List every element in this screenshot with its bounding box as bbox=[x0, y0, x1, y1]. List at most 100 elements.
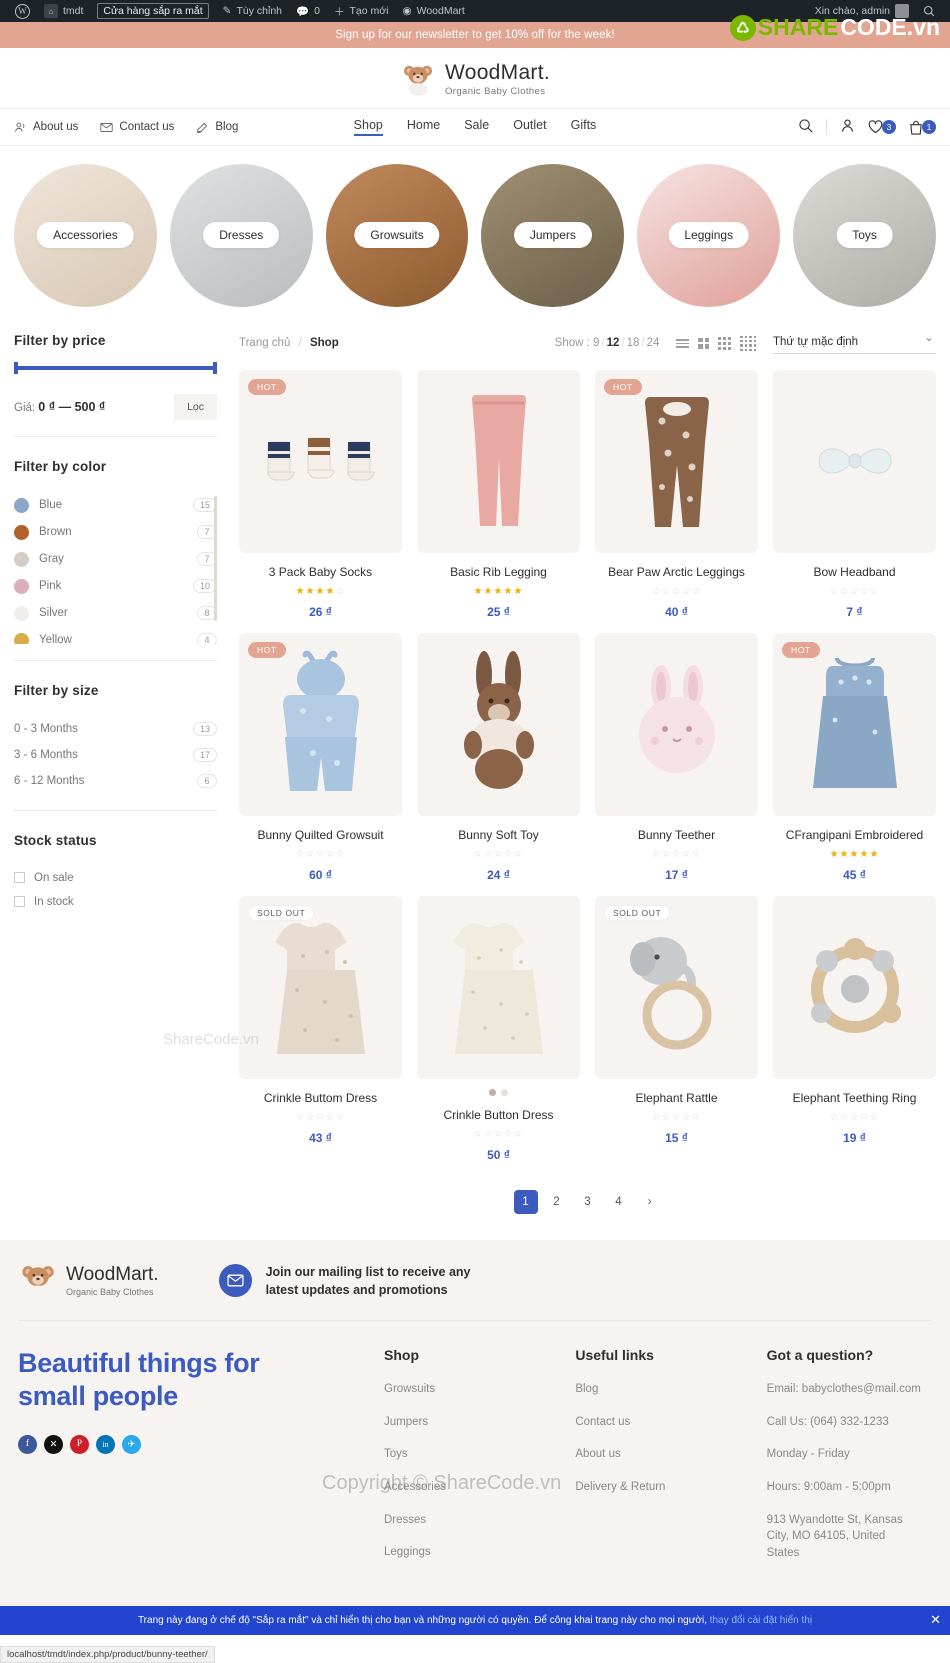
nav-gifts[interactable]: Gifts bbox=[571, 118, 597, 136]
product-name[interactable]: Crinkle Button Dress bbox=[417, 1108, 580, 1122]
color-filter-yellow[interactable]: Yellow 4 bbox=[14, 627, 217, 644]
product-card[interactable]: SOLD OUT Elephant Rattle ☆☆☆☆☆ 15 ₫ bbox=[595, 895, 758, 1162]
close-icon[interactable]: ✕ bbox=[930, 1612, 941, 1628]
breadcrumb[interactable]: Trang chủ / Shop bbox=[239, 337, 339, 349]
footer-link-toys[interactable]: Toys bbox=[384, 1446, 549, 1463]
product-card[interactable]: Crinkle Button Dress ☆☆☆☆☆ 50 ₫ bbox=[417, 895, 580, 1162]
page-next[interactable]: › bbox=[638, 1190, 662, 1214]
color-filter-blue[interactable]: Blue 15 bbox=[14, 492, 217, 519]
nav-action-icons[interactable]: 3 1 bbox=[798, 118, 936, 136]
size-filter-6-12[interactable]: 6 - 12 Months 6 bbox=[14, 768, 217, 794]
nav-about-us[interactable]: About us bbox=[14, 121, 78, 134]
footer-link-contact-us[interactable]: Contact us bbox=[575, 1414, 740, 1431]
newsletter-block[interactable]: Join our mailing list to receive any lat… bbox=[218, 1263, 471, 1299]
product-image[interactable] bbox=[773, 895, 936, 1079]
social-links[interactable]: f ✕ P in ✈ bbox=[18, 1434, 358, 1454]
category-dresses[interactable]: Dresses bbox=[169, 164, 313, 307]
color-filter-gray[interactable]: Gray 7 bbox=[14, 546, 217, 573]
linkedin-icon[interactable]: in bbox=[96, 1434, 115, 1454]
filter-apply-button[interactable]: Lọc bbox=[174, 393, 217, 420]
product-name[interactable]: Crinkle Buttom Dress bbox=[239, 1091, 402, 1105]
category-jumpers[interactable]: Jumpers bbox=[481, 164, 625, 307]
color-list-scrollbar[interactable] bbox=[214, 495, 217, 621]
checkbox-icon[interactable] bbox=[14, 872, 25, 884]
price-slider-handle-max[interactable] bbox=[213, 361, 217, 374]
page-1[interactable]: 1 bbox=[513, 1189, 538, 1214]
cart-button[interactable]: 1 bbox=[909, 120, 936, 135]
price-range-slider[interactable] bbox=[14, 361, 217, 374]
breadcrumb-home[interactable]: Trang chủ bbox=[239, 337, 290, 349]
product-image[interactable] bbox=[595, 632, 758, 816]
stock-filter-in-stock[interactable]: In stock bbox=[14, 890, 217, 914]
view-grid-2-icon[interactable] bbox=[698, 337, 710, 349]
footer-link-delivery-return[interactable]: Delivery & Return bbox=[575, 1479, 740, 1496]
facebook-icon[interactable]: f bbox=[18, 1434, 37, 1454]
theme-menu[interactable]: ◉ WoodMart bbox=[395, 5, 471, 17]
category-leggings[interactable]: Leggings bbox=[637, 164, 781, 307]
view-grid-3-icon[interactable] bbox=[718, 336, 732, 350]
product-card[interactable]: HOT CFrangipani Embroidered ★★★★★ 45 ₫ bbox=[773, 632, 936, 882]
color-filter-list[interactable]: Blue 15 Brown 7 Gray 7 Pink 10 Silver 8 … bbox=[14, 492, 217, 644]
nav-home[interactable]: Home bbox=[407, 118, 440, 136]
page-3[interactable]: 3 bbox=[576, 1190, 600, 1214]
product-image[interactable] bbox=[239, 369, 402, 553]
new-content-menu[interactable]: ＋ Tạo mới bbox=[327, 4, 395, 19]
product-card[interactable]: SOLD OUT Crinkle Buttom Dress ☆☆☆☆☆ 43 ₫ bbox=[239, 895, 402, 1162]
footer-logo[interactable]: WoodMart. Organic Baby Clothes bbox=[18, 1262, 159, 1300]
main-navigation[interactable]: About us Contact us Blog Shop Home Sale … bbox=[0, 108, 950, 146]
product-card[interactable]: Bunny Soft Toy ☆☆☆☆☆ 24 ₫ bbox=[417, 632, 580, 882]
price-slider-handle-min[interactable] bbox=[14, 361, 18, 374]
size-filter-3-6[interactable]: 3 - 6 Months 17 bbox=[14, 742, 217, 768]
category-accessories[interactable]: Accessories bbox=[14, 164, 157, 307]
telegram-icon[interactable]: ✈ bbox=[122, 1434, 141, 1454]
notice-link[interactable]: thay đổi cài đặt hiển thị bbox=[710, 1615, 812, 1626]
footer-link-jumpers[interactable]: Jumpers bbox=[384, 1414, 549, 1431]
site-logo[interactable]: WoodMart. Organic Baby Clothes bbox=[400, 61, 550, 97]
x-twitter-icon[interactable]: ✕ bbox=[44, 1434, 63, 1454]
color-filter-brown[interactable]: Brown 7 bbox=[14, 519, 217, 546]
footer-link-leggings[interactable]: Leggings bbox=[384, 1544, 549, 1561]
site-name-menu[interactable]: ⌂ tmdt bbox=[37, 4, 90, 18]
per-page-selector[interactable]: Show : 9/12/18/24 bbox=[555, 337, 660, 349]
coming-soon-badge[interactable]: Cửa hàng sắp ra mắt bbox=[90, 3, 215, 19]
sort-dropdown-wrap[interactable]: Thứ tự mặc định bbox=[773, 330, 936, 354]
nav-contact-us[interactable]: Contact us bbox=[100, 121, 174, 133]
product-image[interactable] bbox=[773, 632, 936, 816]
product-card[interactable]: Basic Rib Legging ★★★★★ 25 ₫ bbox=[417, 369, 580, 619]
product-name[interactable]: Bunny Teether bbox=[595, 828, 758, 842]
footer-link-dresses[interactable]: Dresses bbox=[384, 1512, 549, 1529]
product-card[interactable]: HOT Bear Paw Arctic Leggings ☆☆☆☆☆ 40 ₫ bbox=[595, 369, 758, 619]
category-circles[interactable]: Accessories Dresses Growsuits Jumpers Le… bbox=[0, 146, 950, 327]
customize-menu[interactable]: ✎ Tùy chỉnh bbox=[216, 5, 289, 17]
view-mode-switch[interactable] bbox=[676, 335, 756, 352]
product-image[interactable] bbox=[595, 895, 758, 1079]
product-name[interactable]: Elephant Rattle bbox=[595, 1091, 758, 1105]
product-name[interactable]: Elephant Teething Ring bbox=[773, 1091, 936, 1105]
product-image[interactable] bbox=[417, 895, 580, 1079]
footer-link-blog[interactable]: Blog bbox=[575, 1381, 740, 1398]
nav-sale[interactable]: Sale bbox=[464, 118, 489, 136]
comments-menu[interactable]: 💬 0 bbox=[289, 5, 327, 18]
product-name[interactable]: Bunny Soft Toy bbox=[417, 828, 580, 842]
per-page-12[interactable]: 12 bbox=[607, 337, 620, 349]
size-filter-0-3[interactable]: 0 - 3 Months 13 bbox=[14, 716, 217, 742]
product-image[interactable] bbox=[417, 632, 580, 816]
category-growsuits[interactable]: Growsuits bbox=[325, 164, 469, 307]
product-card[interactable]: HOT 3 Pack Baby Socks ★★★★☆ 26 ₫ bbox=[239, 369, 402, 619]
product-card[interactable]: HOT Bunny Quilted Growsuit ☆☆☆☆☆ 60 ₫ bbox=[239, 632, 402, 882]
nav-secondary-links[interactable]: About us Contact us Blog bbox=[14, 121, 238, 134]
product-color-dots[interactable] bbox=[417, 1088, 580, 1096]
product-card[interactable]: Bow Headband ☆☆☆☆☆ 7 ₫ bbox=[773, 369, 936, 619]
nav-blog[interactable]: Blog bbox=[196, 121, 238, 134]
wishlist-button[interactable]: 3 bbox=[868, 120, 896, 134]
product-image[interactable] bbox=[595, 369, 758, 553]
wp-logo-menu[interactable]: W bbox=[8, 3, 37, 19]
per-page-9[interactable]: 9 bbox=[593, 337, 599, 349]
product-name[interactable]: Bear Paw Arctic Leggings bbox=[595, 565, 758, 579]
per-page-18[interactable]: 18 bbox=[627, 337, 640, 349]
category-toys[interactable]: Toys bbox=[793, 164, 936, 307]
color-filter-pink[interactable]: Pink 10 bbox=[14, 573, 217, 600]
pagination[interactable]: 1 2 3 4 › bbox=[239, 1189, 936, 1214]
footer-link-growsuits[interactable]: Growsuits bbox=[384, 1381, 549, 1398]
product-name[interactable]: Bow Headband bbox=[773, 565, 936, 579]
